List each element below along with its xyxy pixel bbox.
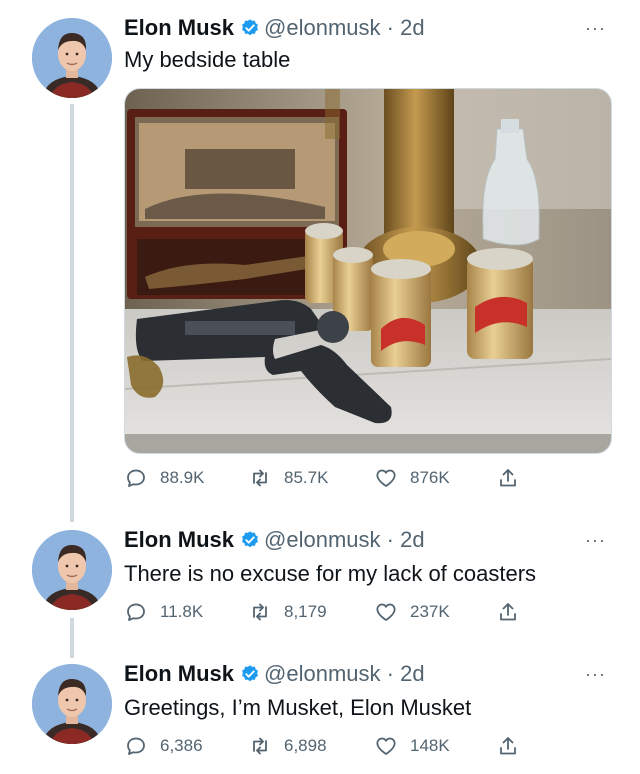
author-handle[interactable]: @elonmusk <box>264 15 381 40</box>
like-count: 876K <box>410 468 450 487</box>
author-name[interactable]: Elon Musk <box>124 15 234 40</box>
like-count: 148K <box>410 736 450 755</box>
like-button[interactable]: 237K <box>374 598 450 626</box>
more-icon[interactable]: ··· <box>585 530 606 551</box>
reply-icon <box>127 603 145 621</box>
retweet-button[interactable]: 8,179 <box>248 598 327 626</box>
verified-badge-icon <box>240 663 260 683</box>
tweet[interactable]: Elon Musk @elonmusk · 2d ··· My bedside t… <box>0 0 640 500</box>
reply-icon <box>127 469 145 487</box>
share-button[interactable] <box>496 464 520 492</box>
retweet-count: 8,179 <box>284 602 327 621</box>
reply-button[interactable]: 88.9K <box>124 464 204 492</box>
avatar[interactable] <box>32 664 112 744</box>
like-icon <box>376 603 396 621</box>
retweet-button[interactable]: 6,898 <box>248 732 327 760</box>
separator: · <box>386 661 394 686</box>
share-button[interactable] <box>496 598 520 626</box>
tweet-actions: 88.9K 85.7K 876K <box>124 464 524 492</box>
verified-badge-icon <box>240 529 260 549</box>
more-icon[interactable]: ··· <box>585 18 606 39</box>
retweet-button[interactable]: 85.7K <box>248 464 328 492</box>
like-count: 237K <box>410 602 450 621</box>
tweet-header: Elon Musk @elonmusk · 2d <box>124 14 425 42</box>
bedside-table-photo <box>125 89 611 453</box>
retweet-icon <box>253 737 267 755</box>
retweet-count: 85.7K <box>284 468 329 487</box>
timestamp[interactable]: 2d <box>400 15 424 40</box>
retweet-icon <box>253 603 267 621</box>
reply-button[interactable]: 6,386 <box>124 732 203 760</box>
share-icon <box>500 737 516 755</box>
reply-icon <box>127 737 145 755</box>
tweet-text: Greetings, I’m Musket, Elon Musket <box>124 695 472 720</box>
share-icon <box>500 603 516 621</box>
reply-button[interactable]: 11.8K <box>124 598 203 626</box>
share-button[interactable] <box>496 732 520 760</box>
author-name[interactable]: Elon Musk <box>124 527 234 552</box>
separator: · <box>386 527 394 552</box>
timestamp[interactable]: 2d <box>400 527 424 552</box>
tweet-header: Elon Musk @elonmusk · 2d <box>124 526 425 554</box>
reply-count: 88.9K <box>160 468 205 487</box>
like-button[interactable]: 148K <box>374 732 450 760</box>
reply-count: 6,386 <box>160 736 203 755</box>
tweet[interactable]: Elon Musk @elonmusk · 2d ··· Greetings, I… <box>0 646 640 774</box>
like-icon <box>376 737 396 755</box>
author-name[interactable]: Elon Musk <box>124 661 234 686</box>
author-handle[interactable]: @elonmusk <box>264 527 381 552</box>
tweet-text: There is no excuse for my lack of coaste… <box>124 561 537 586</box>
tweet-text: My bedside table <box>124 47 291 72</box>
like-icon <box>376 469 396 487</box>
author-handle[interactable]: @elonmusk <box>264 661 381 686</box>
retweet-icon <box>253 469 267 487</box>
like-button[interactable]: 876K <box>374 464 450 492</box>
retweet-count: 6,898 <box>284 736 327 755</box>
avatar[interactable] <box>32 530 112 610</box>
reply-count: 11.8K <box>160 602 204 621</box>
tweet[interactable]: Elon Musk @elonmusk · 2d ··· There is no … <box>0 512 640 642</box>
tweet-actions: 6,386 6,898 148K <box>124 732 524 760</box>
share-icon <box>500 469 516 487</box>
tweet-header: Elon Musk @elonmusk · 2d <box>124 660 425 688</box>
separator: · <box>386 15 394 40</box>
tweet-actions: 11.8K 8,179 237K <box>124 598 524 626</box>
verified-badge-icon <box>240 17 260 37</box>
more-icon[interactable]: ··· <box>585 664 606 685</box>
tweet-photo[interactable] <box>124 88 612 454</box>
avatar[interactable] <box>32 18 112 98</box>
timestamp[interactable]: 2d <box>400 661 424 686</box>
